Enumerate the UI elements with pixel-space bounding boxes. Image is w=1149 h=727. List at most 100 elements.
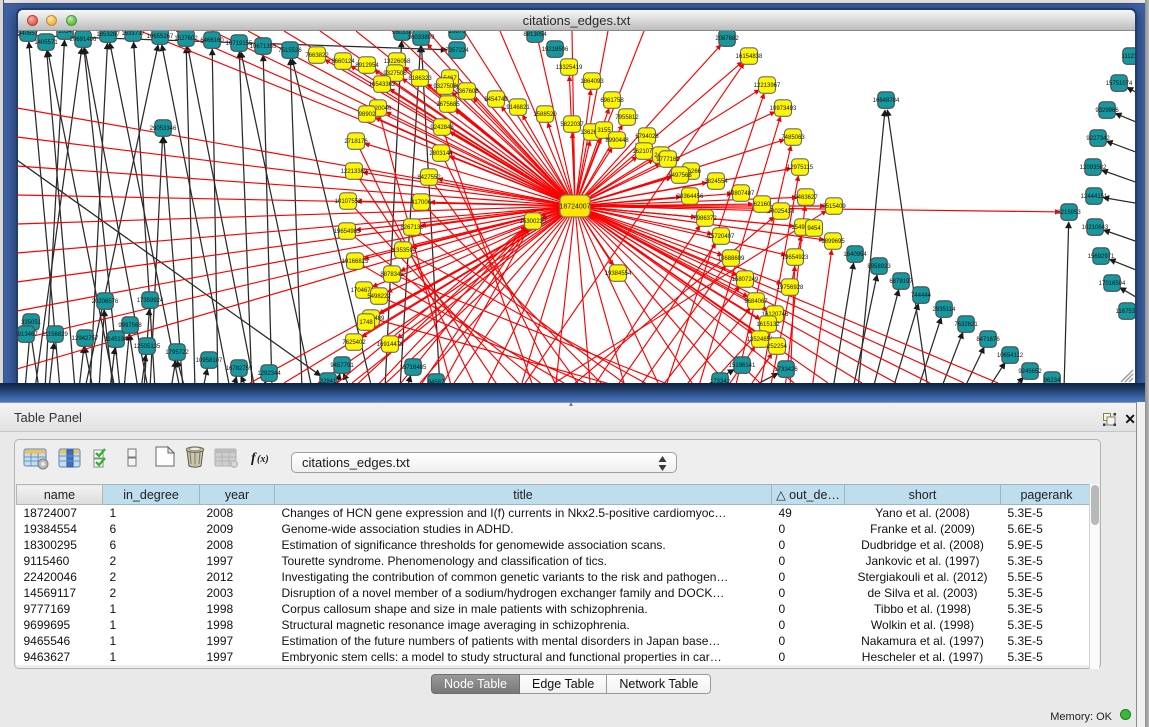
svg-text:16914479: 16914479: [377, 342, 404, 348]
svg-text:15716485: 15716485: [400, 365, 427, 371]
svg-text:1527602: 1527602: [174, 36, 198, 42]
svg-text:29053346: 29053346: [150, 126, 177, 132]
svg-text:8878342: 8878342: [380, 272, 404, 278]
svg-text:2087682: 2087682: [715, 36, 739, 42]
svg-text:1588520: 1588520: [533, 112, 557, 118]
svg-text:9146821: 9146821: [506, 105, 530, 111]
svg-text:9242848: 9242848: [430, 125, 454, 131]
svg-text:1748: 1748: [359, 320, 373, 326]
svg-text:1167533: 1167533: [1116, 309, 1135, 315]
svg-text:7357224: 7357224: [445, 48, 469, 54]
svg-text:111234: 111234: [1121, 54, 1135, 60]
svg-text:3913467: 3913467: [17, 332, 38, 338]
svg-text:16033809: 16033809: [408, 35, 435, 41]
svg-text:1853287: 1853287: [96, 32, 120, 38]
svg-text:13325419: 13325419: [556, 65, 583, 71]
svg-text:15807249: 15807249: [732, 277, 759, 283]
svg-text:17359924: 17359924: [137, 298, 164, 304]
svg-text:3675685: 3675685: [436, 102, 460, 108]
svg-text:15751074: 15751074: [1106, 81, 1133, 87]
svg-text:8660124: 8660124: [331, 59, 355, 65]
svg-text:1864093: 1864093: [580, 79, 604, 85]
svg-text:10688609: 10688609: [718, 256, 745, 262]
svg-text:9329966: 9329966: [1095, 108, 1119, 114]
svg-text:12942757: 12942757: [72, 336, 99, 342]
svg-text:6794028: 6794028: [635, 134, 659, 140]
svg-text:12444151: 12444151: [1081, 194, 1108, 200]
svg-text:11156829: 11156829: [42, 332, 68, 338]
svg-text:12213369: 12213369: [341, 169, 368, 175]
svg-text:7955812: 7955812: [615, 115, 639, 121]
svg-text:1615132: 1615132: [756, 322, 780, 328]
svg-text:15720407: 15720407: [708, 234, 735, 240]
svg-text:7632621: 7632621: [954, 322, 978, 328]
svg-text:10958107: 10958107: [196, 358, 223, 364]
svg-text:8912954: 8912954: [355, 63, 379, 69]
svg-text:98902: 98902: [359, 112, 376, 118]
svg-text:18724007: 18724007: [559, 204, 590, 211]
svg-text:7515526: 7515526: [278, 48, 302, 54]
svg-text:9777169: 9777169: [656, 157, 680, 163]
svg-text:6497568: 6497568: [668, 173, 692, 179]
svg-text:9454: 9454: [807, 226, 821, 232]
svg-text:20691406: 20691406: [70, 37, 97, 43]
svg-text:1145194: 1145194: [105, 337, 129, 343]
svg-text:9899695: 9899695: [821, 239, 845, 245]
svg-text:6879197: 6879197: [889, 279, 913, 285]
svg-text:17016504: 17016504: [1099, 281, 1126, 287]
svg-text:7663822: 7663822: [305, 53, 329, 59]
svg-text:9227342: 9227342: [1086, 136, 1110, 142]
svg-text:16154838: 16154838: [736, 54, 763, 60]
svg-text:1292344: 1292344: [257, 371, 281, 377]
svg-text:10671355: 10671355: [250, 44, 277, 50]
svg-text:1405571: 1405571: [34, 40, 58, 46]
svg-text:10107552: 10107552: [335, 199, 362, 205]
svg-text:252254: 252254: [767, 344, 788, 350]
svg-text:2367608: 2367608: [455, 89, 479, 95]
svg-text:10807487: 10807487: [728, 191, 755, 197]
svg-text:9245652: 9245652: [1018, 369, 1042, 375]
svg-text:10210643: 10210643: [1082, 225, 1109, 231]
svg-text:15300235: 15300235: [520, 219, 547, 225]
svg-text:19654983: 19654983: [334, 229, 361, 235]
svg-text:8186323: 8186323: [408, 76, 432, 82]
svg-text:2803144: 2803144: [429, 151, 453, 157]
svg-text:5822037: 5822037: [560, 122, 584, 128]
svg-text:19756928: 19756928: [777, 285, 804, 291]
svg-text:8471676: 8471676: [976, 337, 1000, 343]
svg-text:8813054: 8813054: [523, 32, 547, 38]
svg-text:62160: 62160: [754, 202, 771, 208]
svg-text:940557: 940557: [18, 31, 39, 37]
svg-text:3824554: 3824554: [704, 179, 728, 185]
svg-text:16782759: 16782759: [226, 366, 253, 372]
svg-text:9684067: 9684067: [744, 299, 768, 305]
svg-text:6961758: 6961758: [600, 98, 624, 104]
svg-text:12093582: 12093582: [1080, 165, 1107, 171]
svg-text:9463627: 9463627: [794, 195, 818, 201]
svg-text:5498222: 5498222: [367, 294, 391, 300]
svg-text:2054: 2054: [58, 31, 72, 35]
svg-text:9327508: 9327508: [433, 84, 457, 90]
svg-text:9997568: 9997568: [118, 323, 142, 329]
svg-text:10655267: 10655267: [147, 34, 174, 40]
svg-text:8990448: 8990448: [605, 138, 629, 144]
svg-text:1640954: 1640954: [843, 252, 867, 258]
svg-text:20364456: 20364456: [677, 194, 704, 200]
svg-text:19218506: 19218506: [542, 47, 569, 53]
svg-text:744444: 744444: [911, 293, 932, 299]
svg-text:10654112: 10654112: [997, 353, 1024, 359]
svg-text:8427552: 8427552: [417, 175, 441, 181]
svg-text:10973493: 10973493: [770, 106, 797, 112]
svg-text:19384554: 19384554: [605, 271, 632, 277]
svg-text:6466160: 6466160: [200, 38, 224, 44]
svg-text:9515409: 9515409: [822, 204, 846, 210]
svg-text:7485063: 7485063: [781, 135, 805, 141]
svg-text:1795722: 1795722: [165, 350, 189, 356]
svg-text:8267130: 8267130: [400, 225, 424, 231]
svg-text:11353594: 11353594: [390, 248, 417, 254]
svg-text:19654923: 19654923: [782, 255, 809, 261]
svg-text:(x): (x): [257, 454, 269, 465]
svg-text:16543362: 16543362: [369, 82, 396, 88]
svg-text:7625402: 7625402: [342, 340, 366, 346]
svg-text:12505135: 12505135: [134, 344, 161, 350]
